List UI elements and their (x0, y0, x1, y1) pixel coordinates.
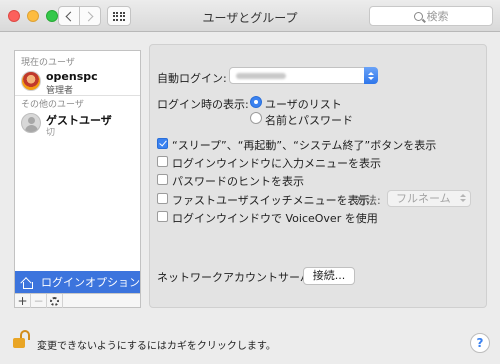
gear-icon (50, 296, 59, 306)
user-name: ゲストユーザ (46, 114, 112, 127)
lock-icon[interactable] (13, 330, 30, 348)
guest-avatar-icon (21, 113, 41, 133)
checkbox-fast-user-switching[interactable] (157, 193, 168, 204)
join-button[interactable]: 接続... (303, 267, 355, 285)
user-row-guest[interactable]: ゲストユーザ 切 (15, 109, 140, 139)
checkbox-label: ログインウインドウで VoiceOver を使用 (172, 212, 378, 225)
user-name: openspc (46, 70, 98, 83)
method-value: フルネーム (396, 192, 451, 205)
users-sidebar: 現在のユーザ openspc 管理者 その他のユーザ ゲストユーザ 切 ログイン… (14, 50, 141, 308)
house-icon (20, 276, 35, 289)
network-server-label: ネットワークアカウントサーバ: (157, 271, 315, 284)
method-dropdown[interactable]: フルネーム (387, 190, 471, 207)
search-placeholder: 検索 (426, 10, 449, 23)
help-button[interactable]: ? (470, 333, 490, 353)
checkbox-input-menu[interactable] (157, 156, 168, 167)
user-row-openspc[interactable]: openspc 管理者 (15, 67, 140, 97)
radio-user-list[interactable] (250, 96, 262, 108)
avatar (21, 71, 41, 91)
sidebar-toolbar: + − (15, 293, 140, 308)
login-options-item[interactable]: ログインオプション (15, 271, 140, 293)
checkbox-label: パスワードのヒントを表示 (172, 175, 304, 188)
auto-login-popup[interactable] (229, 67, 378, 84)
checkbox-label: ファストユーザスイッチメニューを表示 (172, 194, 370, 207)
display-label: ログイン時の表示: (157, 98, 249, 111)
popup-arrows-icon (460, 194, 466, 202)
title-bar: ユーザとグループ 検索 (0, 0, 500, 32)
radio-user-list-label: ユーザのリスト (265, 98, 342, 111)
radio-name-password[interactable] (250, 112, 262, 124)
method-label: 方法: (355, 194, 381, 207)
add-user-button[interactable]: + (15, 294, 31, 308)
login-options-label: ログインオプション (41, 276, 140, 289)
auto-login-value (236, 73, 286, 79)
search-icon (413, 11, 423, 21)
radio-name-password-label: 名前とパスワード (265, 114, 353, 127)
checkbox-password-hints[interactable] (157, 174, 168, 185)
checkbox-label: “スリープ”、“再起動”、“システム終了”ボタンを表示 (172, 139, 437, 152)
action-button[interactable] (47, 294, 63, 308)
remove-user-button[interactable]: − (31, 294, 47, 308)
auto-login-label: 自動ログイン: (157, 72, 227, 85)
checkbox-voiceover[interactable] (157, 211, 168, 222)
checkbox-show-sleep-buttons[interactable] (157, 138, 168, 149)
search-input[interactable]: 検索 (369, 6, 493, 26)
user-status: 切 (46, 128, 56, 138)
checkbox-label: ログインウインドウに入力メニューを表示 (172, 157, 381, 170)
lock-message: 変更できないようにするにはカギをクリックします。 (37, 341, 276, 352)
popup-arrows-icon (364, 67, 378, 84)
divider (15, 95, 140, 96)
